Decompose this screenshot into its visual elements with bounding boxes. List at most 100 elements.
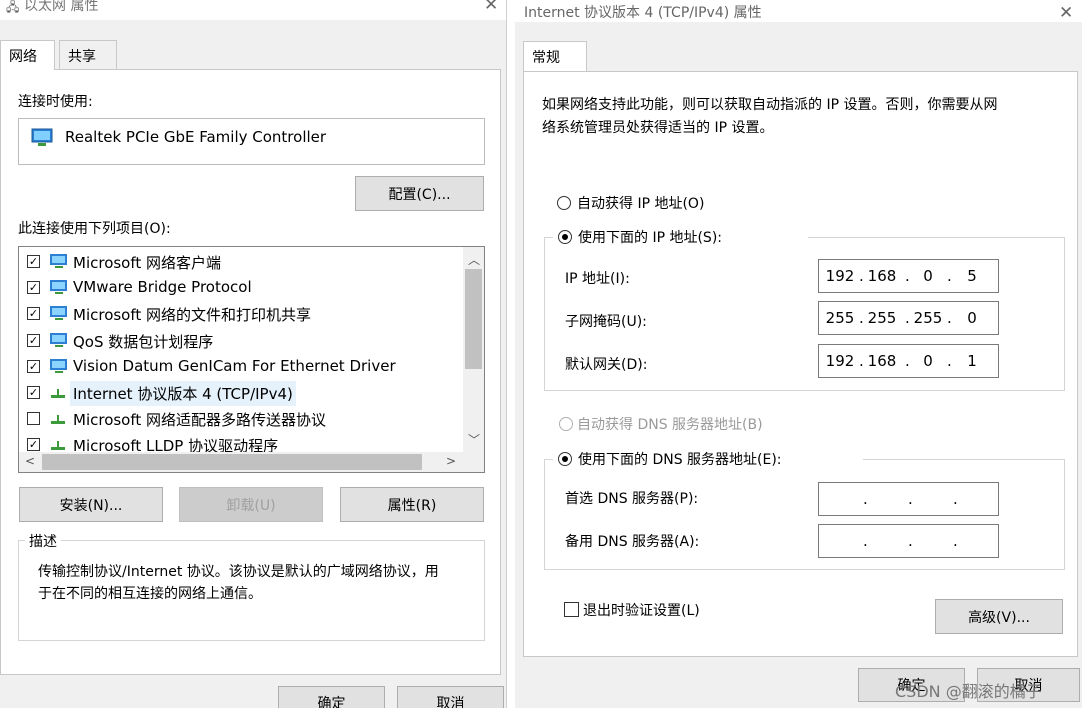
gateway-label: 默认网关(D): [565,357,648,373]
scroll-left-icon[interactable]: < [25,454,35,468]
item-label: QoS 数据包计划程序 [73,332,214,351]
list-item[interactable]: ✓ VMware Bridge Protocol [19,275,459,301]
close-icon[interactable]: ✕ [484,0,498,15]
item-label: Microsoft 网络客户端 [73,254,222,272]
intro-text-line2: 络系统管理员处获得适当的 IP 设置。 [542,120,774,136]
subnet-mask-field[interactable]: 255 . 255 . 255 . 0 [818,301,999,335]
intro-text-line1: 如果网络支持此功能，则可以获取自动指派的 IP 设置。否则，你需要从网 [542,97,998,113]
item-checkbox[interactable]: ✓ [27,386,40,399]
octet-separator: . [953,490,958,508]
items-label: 此连接使用下列项目(O): [18,221,171,237]
list-item[interactable]: ✓ Internet 协议版本 4 (TCP/IPv4) [19,380,459,406]
ok-button[interactable]: 确定 [278,686,385,708]
configure-button[interactable]: 配置(C)... [355,176,484,211]
mask-octet-1[interactable]: 255 [821,309,859,327]
manual-dns-radio[interactable] [558,452,572,466]
right-title-bar: Internet 协议版本 4 (TCP/IPv4) 属性 ✕ [515,0,1082,23]
ip-octet-1[interactable]: 192 [821,267,859,285]
tab-general[interactable]: 常规 [523,41,587,71]
ip-address-label: IP 地址(I): [565,271,630,287]
gateway-field[interactable]: 192 . 168 . 0 . 1 [818,344,999,378]
item-checkbox[interactable]: ✓ [27,281,40,295]
preferred-dns-field[interactable]: . . . [818,482,999,516]
list-item[interactable]: ✓ Microsoft 网络的文件和打印机共享 [19,301,459,327]
auto-ip-radio[interactable] [557,196,571,210]
octet-separator: . [947,267,952,285]
advanced-button[interactable]: 高级(V)... [935,599,1063,634]
adapter-display: Realtek PCIe GbE Family Controller [18,118,485,165]
horizontal-scrollbar[interactable]: < > [19,452,484,472]
ip-address-group: 使用下面的 IP 地址(S): IP 地址(I): 192 . 168 . 0 … [544,226,1065,391]
alternate-dns-label: 备用 DNS 服务器(A): [565,534,700,550]
vertical-scrollbar[interactable]: ︿ ﹀ [463,247,484,452]
list-item[interactable]: ✓ QoS 数据包计划程序 [19,328,459,354]
gateway-octet-1[interactable]: 192 [821,352,859,370]
ip-address-field[interactable]: 192 . 168 . 0 . 5 [818,259,999,293]
validate-on-exit-checkbox[interactable] [564,602,579,617]
gateway-octet-4[interactable]: 1 [953,352,991,370]
octet-separator: . [863,490,868,508]
octet-separator: . [908,532,913,550]
cancel-button[interactable]: 取消 [397,686,504,708]
auto-dns-radio [559,417,573,431]
ip-octet-4[interactable]: 5 [953,267,991,285]
ip-octet-2[interactable]: 168 [863,267,901,285]
item-checkbox[interactable]: ✓ [27,359,40,373]
description-group: 描述 传输控制协议/Internet 协议。该协议是默认的广域网络协议，用 于在… [18,531,485,641]
scrollbar-thumb[interactable] [465,269,482,369]
dns-group-header: 使用下面的 DNS 服务器地址(E): [553,448,863,472]
scroll-right-icon[interactable]: > [446,454,456,468]
gateway-octet-2[interactable]: 168 [863,352,901,370]
manual-ip-radio[interactable] [558,230,572,244]
adapter-name: Realtek PCIe GbE Family Controller [65,128,327,146]
item-label: VMware Bridge Protocol [73,278,252,297]
network-tab-panel: 连接时使用: Realtek PCIe GbE Family Controlle… [0,69,501,675]
item-checkbox[interactable] [27,412,40,426]
auto-ip-label[interactable]: 自动获得 IP 地址(O) [577,193,704,213]
tab-sharing[interactable]: 共享 [59,40,117,69]
ethernet-properties-dialog: 🖧 以太网 属性 ✕ 网络 共享 连接时使用: Realtek PCIe GbE… [0,0,507,708]
right-dialog-title: Internet 协议版本 4 (TCP/IPv4) 属性 [524,5,762,21]
list-item[interactable]: ✓ Vision Datum GenICam For Ethernet Drive… [19,354,459,380]
install-button[interactable]: 安装(N)... [19,487,163,522]
item-checkbox[interactable]: ✓ [27,255,40,268]
item-checkbox[interactable]: ✓ [27,307,40,321]
network-service-icon [50,332,67,347]
tab-network[interactable]: 网络 [0,40,55,70]
manual-dns-label[interactable]: 使用下面的 DNS 服务器地址(E): [578,449,782,469]
validate-on-exit-label[interactable]: 退出时验证设置(L) [583,600,700,620]
item-label: Vision Datum GenICam For Ethernet Driver [73,356,396,375]
item-label: Microsoft 网络的文件和打印机共享 [73,306,312,325]
protocol-icon [51,389,65,398]
manual-ip-label[interactable]: 使用下面的 IP 地址(S): [578,227,722,247]
octet-separator: . [947,352,952,370]
components-list[interactable]: ✓ Microsoft 网络客户端 ✓ VMware Bridge Protocol ✓… [18,246,485,473]
left-title-bar: 🖧 以太网 属性 ✕ [0,0,506,20]
properties-button[interactable]: 属性(R) [340,487,484,522]
item-checkbox[interactable]: ✓ [27,438,40,452]
scroll-down-icon[interactable]: ﹀ [468,431,480,448]
ipv4-properties-dialog: Internet 协议版本 4 (TCP/IPv4) 属性 ✕ 常规 如果网络支… [515,0,1082,708]
general-tab-panel: 如果网络支持此功能，则可以获取自动指派的 IP 设置。否则，你需要从网 络系统管… [523,71,1078,657]
mask-octet-4[interactable]: 0 [953,309,991,327]
item-checkbox[interactable]: ✓ [27,333,40,347]
h-scrollbar-thumb[interactable] [42,454,422,470]
list-item[interactable]: Microsoft 网络适配器多路传送器协议 [19,406,459,432]
alternate-dns-field[interactable]: . . . [818,524,999,558]
left-dialog-title: 以太网 属性 [24,0,99,14]
scroll-up-icon[interactable]: ︿ [468,251,480,268]
ip-group-header: 使用下面的 IP 地址(S): [553,226,808,250]
network-client-icon [50,254,67,268]
ip-octet-3[interactable]: 0 [909,267,947,285]
connect-using-label: 连接时使用: [18,94,93,110]
close-icon[interactable]: ✕ [1059,3,1073,23]
octet-separator: . [953,532,958,550]
mask-octet-3[interactable]: 255 [909,309,947,327]
subnet-mask-label: 子网掩码(U): [565,314,647,330]
list-item[interactable]: ✓ Microsoft 网络客户端 [19,249,459,275]
protocol-icon [51,441,65,451]
gateway-octet-3[interactable]: 0 [909,352,947,370]
preferred-dns-label: 首选 DNS 服务器(P): [565,491,699,507]
mask-octet-2[interactable]: 255 [863,309,901,327]
description-text-line1: 传输控制协议/Internet 协议。该协议是默认的广域网络协议，用 [38,564,439,580]
